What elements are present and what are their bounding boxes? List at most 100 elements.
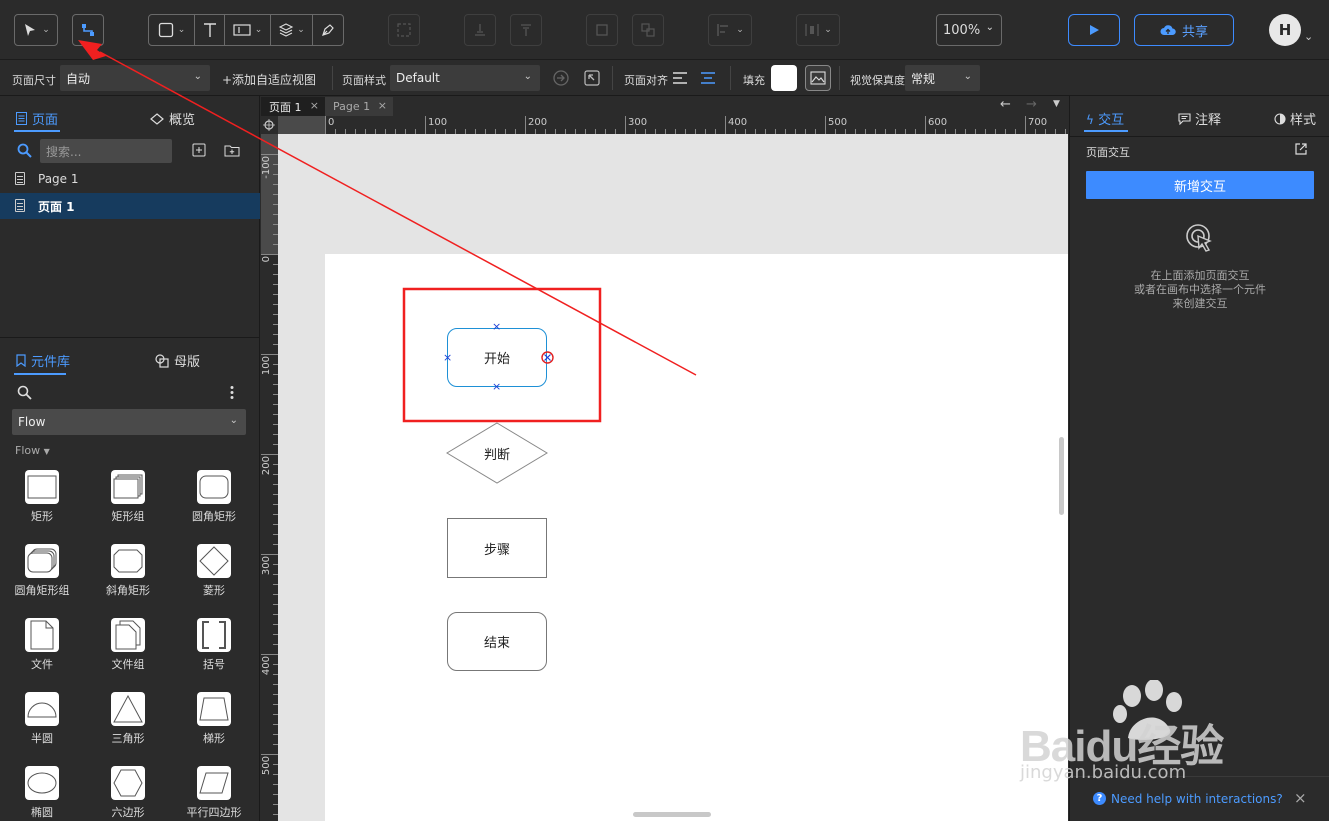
- library-item-label: 六边形: [111, 806, 145, 819]
- hint-text-line: 来创建交互: [1172, 297, 1228, 310]
- tab-style[interactable]: 样式: [1274, 109, 1316, 128]
- library-item-document[interactable]: 文件: [2, 618, 82, 672]
- rectangle-tool-button[interactable]: ⌄: [149, 15, 195, 45]
- chevron-down-icon[interactable]: ⌄: [1304, 30, 1313, 43]
- send-backward-button[interactable]: [510, 14, 542, 46]
- library-item-rectangle[interactable]: 矩形: [2, 470, 82, 524]
- library-item-document-group[interactable]: 文件组: [88, 618, 168, 672]
- add-page-icon[interactable]: [192, 143, 206, 157]
- hotspot-tool-button[interactable]: ⌄: [225, 15, 271, 45]
- search-icon[interactable]: [17, 385, 32, 400]
- avatar[interactable]: H: [1269, 14, 1301, 46]
- vertical-scrollbar[interactable]: [1059, 437, 1064, 515]
- ruler-label: 400: [728, 117, 748, 128]
- zoom-select[interactable]: 100% ⌄: [936, 14, 1002, 46]
- help-icon: ?: [1093, 792, 1106, 805]
- library-item-bracket[interactable]: 括号: [174, 618, 254, 672]
- tab-overview[interactable]: 概览: [150, 109, 195, 128]
- library-item-parallelogram[interactable]: 平行四边形: [174, 766, 254, 820]
- connector-tool-button[interactable]: [72, 14, 104, 46]
- design-canvas[interactable]: 开始 × × × 判断 步骤 结束: [278, 134, 1068, 821]
- align-left-icon[interactable]: [672, 71, 688, 85]
- add-interaction-button[interactable]: 新增交互: [1086, 171, 1314, 199]
- edit-style-icon[interactable]: [552, 69, 570, 87]
- bookmark-icon: [16, 354, 26, 367]
- connection-point-icon[interactable]: ×: [492, 380, 501, 393]
- canvas-page[interactable]: 开始 × × × 判断 步骤 结束: [325, 254, 1068, 821]
- tab-library[interactable]: 元件库: [16, 351, 70, 370]
- ruler-label: -100: [261, 156, 272, 179]
- library-group-header[interactable]: Flow ▼: [15, 444, 50, 457]
- close-icon[interactable]: ×: [310, 99, 319, 112]
- share-button[interactable]: 共享: [1134, 14, 1234, 46]
- fill-color-swatch[interactable]: [771, 65, 797, 91]
- connection-point-icon[interactable]: ×: [443, 351, 452, 364]
- align-button[interactable]: ⌄: [708, 14, 752, 46]
- align-center-icon[interactable]: [700, 71, 716, 85]
- preview-button[interactable]: [1068, 14, 1120, 46]
- caret-down-icon[interactable]: ▼: [1053, 99, 1060, 109]
- chevron-down-icon: ⌄: [963, 71, 972, 82]
- ruler-label: 500: [261, 756, 272, 776]
- ungroup-button[interactable]: [632, 14, 664, 46]
- flow-shape-end[interactable]: 结束: [447, 612, 547, 671]
- library-item-bevel-rectangle[interactable]: 斜角矩形: [88, 544, 168, 598]
- library-item-diamond[interactable]: 菱形: [174, 544, 254, 598]
- connection-point-active-icon[interactable]: [541, 351, 554, 364]
- arrow-right-icon[interactable]: →: [1026, 97, 1037, 112]
- external-link-icon[interactable]: [1294, 142, 1308, 156]
- library-item-triangle[interactable]: 三角形: [88, 692, 168, 746]
- tab-masters[interactable]: 母版: [155, 351, 200, 370]
- doc-tab[interactable]: Page 1 ×: [325, 97, 393, 116]
- library-item-hexagon[interactable]: 六边形: [88, 766, 168, 820]
- target-icon: [263, 119, 275, 131]
- connection-point-icon[interactable]: ×: [492, 320, 501, 333]
- chevron-down-icon: ⌄: [736, 25, 744, 35]
- library-item-semicircle[interactable]: 半圆: [2, 692, 82, 746]
- semicircle-shape-icon: [25, 692, 59, 726]
- page-list-item[interactable]: Page 1: [0, 166, 260, 192]
- library-item-trapezoid[interactable]: 梯形: [174, 692, 254, 746]
- doc-tab-active[interactable]: 页面 1 ×: [261, 97, 325, 116]
- text-icon: [203, 23, 216, 37]
- tab-notes[interactable]: 注释: [1178, 109, 1221, 128]
- select-tool-button[interactable]: ⌄: [14, 14, 58, 46]
- group-button[interactable]: [388, 14, 420, 46]
- tab-pages[interactable]: 页面: [16, 109, 58, 128]
- more-options-icon[interactable]: [229, 385, 235, 400]
- style-manager-icon[interactable]: [583, 69, 601, 87]
- arrow-left-icon[interactable]: ←: [1000, 97, 1011, 112]
- page-style-select[interactable]: Default ⌄: [390, 65, 540, 91]
- pen-tool-button[interactable]: [313, 15, 343, 45]
- horizontal-scrollbar[interactable]: [633, 812, 711, 817]
- document-shape-icon: [25, 618, 59, 652]
- chevron-down-icon: ⌄: [177, 25, 186, 35]
- library-item-rounded-rectangle[interactable]: 圆角矩形: [174, 470, 254, 524]
- tab-interaction[interactable]: ϟ 交互: [1086, 109, 1124, 128]
- add-adaptive-view-link[interactable]: +添加自适应视图: [222, 71, 316, 88]
- library-item-rounded-rectangle-group[interactable]: 圆角矩形组: [2, 544, 82, 598]
- bring-forward-button[interactable]: [464, 14, 496, 46]
- library-item-ellipse[interactable]: 椭圆: [2, 766, 82, 820]
- page-list-item-selected[interactable]: 页面 1: [0, 193, 260, 219]
- send-backward-icon: [521, 24, 531, 36]
- help-link[interactable]: Need help with interactions?: [1111, 792, 1283, 806]
- add-folder-icon[interactable]: [224, 143, 240, 157]
- fill-image-button[interactable]: [805, 65, 831, 91]
- flow-shape-step[interactable]: 步骤: [447, 518, 547, 578]
- layers-tool-button[interactable]: ⌄: [271, 15, 313, 45]
- page-search-input[interactable]: 搜索...: [40, 139, 172, 163]
- library-select[interactable]: Flow ⌄: [12, 409, 246, 435]
- distribute-button[interactable]: ⌄: [796, 14, 840, 46]
- page-size-select[interactable]: 自动 ⌄: [60, 65, 210, 91]
- text-tool-button[interactable]: [195, 15, 225, 45]
- combine-button[interactable]: [586, 14, 618, 46]
- visual-fidelity-value: 常规: [911, 71, 936, 86]
- visual-fidelity-select[interactable]: 常规 ⌄: [905, 65, 980, 91]
- close-icon[interactable]: ×: [1294, 789, 1307, 807]
- close-icon[interactable]: ×: [378, 99, 387, 112]
- hotspot-icon: [233, 24, 251, 36]
- flow-shape-start[interactable]: 开始: [447, 328, 547, 387]
- lightning-icon: ϟ: [1086, 113, 1094, 127]
- library-item-rectangle-group[interactable]: 矩形组: [88, 470, 168, 524]
